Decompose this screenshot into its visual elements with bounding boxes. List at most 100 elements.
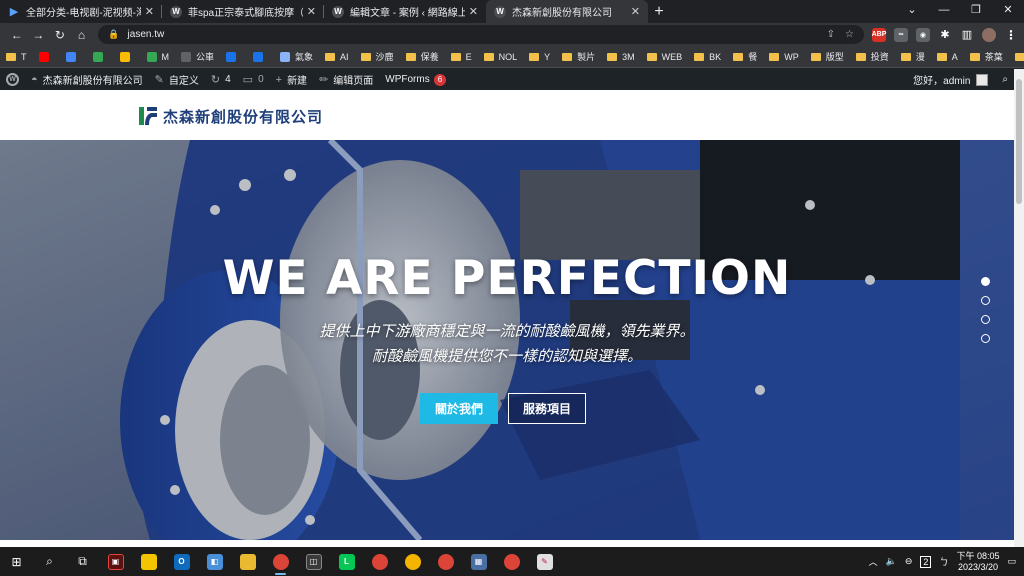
bookmark-item[interactable] (253, 51, 268, 62)
bookmark-item[interactable]: AI (325, 52, 349, 62)
tab-close-icon[interactable]: ✕ (631, 5, 640, 18)
chrome-taskbar-icon[interactable] (264, 547, 297, 576)
admin-edit-page[interactable]: ✏ 编辑页面 (319, 72, 373, 87)
bookmark-item[interactable]: T (6, 52, 27, 62)
share-icon[interactable]: ⇪ (827, 29, 835, 40)
bookmark-item[interactable]: 製片 (562, 50, 595, 63)
forward-icon[interactable]: → (28, 28, 50, 42)
network-icon[interactable]: ⊖ (905, 556, 913, 567)
chrome-profile-icon-2[interactable] (396, 547, 429, 576)
address-bar[interactable]: 🔒 jasen.tw ⇪ ☆ (98, 25, 864, 44)
paint-icon[interactable]: ✎ (528, 547, 561, 576)
minimize-icon[interactable]: — (928, 0, 960, 23)
bookmark-item[interactable]: 沙鹿 (360, 50, 394, 63)
profile-avatar[interactable] (981, 27, 996, 42)
bookmark-item[interactable] (38, 51, 54, 62)
camera-extension-icon[interactable]: ◉ (915, 27, 930, 42)
taskbar-clock[interactable]: 下午 08:05 2023/3/20 (956, 551, 999, 573)
chrome-profile-icon-3[interactable] (429, 547, 462, 576)
home-icon[interactable]: ⌂ (71, 28, 93, 42)
bookmark-item[interactable]: 公車 (181, 50, 214, 63)
bookmark-item[interactable]: 茶葉 (969, 50, 1003, 63)
bookmark-item[interactable]: 版型 (810, 50, 844, 63)
bookmark-item[interactable]: 氣象 (280, 50, 313, 63)
tab-close-icon[interactable]: ✕ (145, 5, 154, 18)
bookmark-item[interactable]: M (146, 51, 169, 62)
bookmark-item[interactable]: 漫 (900, 50, 925, 63)
search-icon[interactable]: ⌕ (33, 547, 66, 576)
bookmark-item[interactable]: WP (769, 52, 799, 62)
ime-icon[interactable]: ㄅ (939, 555, 948, 568)
lock-icon[interactable]: 🔒 (108, 29, 119, 40)
tab-close-icon[interactable]: ✕ (469, 5, 478, 18)
services-button[interactable]: 服務項目 (508, 393, 586, 424)
bookmark-item[interactable] (119, 51, 135, 62)
bookmark-item[interactable]: A (936, 52, 958, 62)
slider-dot-3[interactable] (981, 315, 990, 324)
search-icon[interactable]: ⌕ (1002, 74, 1008, 85)
bookmark-item[interactable]: NOL (483, 52, 517, 62)
back-icon[interactable]: ← (6, 28, 28, 42)
side-panel-icon[interactable]: ▥ (960, 28, 974, 42)
adblock-extension-icon[interactable]: ABP (872, 27, 886, 42)
chrome-profile-icon-4[interactable] (495, 547, 528, 576)
folder-icon (769, 52, 780, 61)
admin-updates[interactable]: ↻ 4 (211, 73, 231, 86)
bookmark-item[interactable]: Y (529, 52, 550, 62)
bookmark-item[interactable]: WEB (646, 52, 682, 62)
about-us-button[interactable]: 關於我們 (420, 393, 498, 424)
bookmark-star-icon[interactable]: ☆ (845, 29, 854, 40)
slider-dot-2[interactable] (981, 296, 990, 305)
bookmark-item[interactable] (92, 51, 108, 62)
new-tab-button[interactable]: + (648, 0, 670, 23)
tab-close-icon[interactable]: ✕ (307, 5, 316, 18)
browser-tab-3[interactable]: W 編輯文章 - 案例 ‹ 網路線上工作室 ✕ (324, 0, 486, 23)
close-window-icon[interactable]: ✕ (992, 0, 1024, 23)
outlook-icon[interactable]: O (165, 547, 198, 576)
app-icon-red[interactable]: ▣ (99, 547, 132, 576)
calculator-icon[interactable]: ▦ (462, 547, 495, 576)
admin-new[interactable]: + 新建 (276, 72, 307, 88)
glasses-extension-icon[interactable]: ∞ (893, 27, 908, 42)
store-icon[interactable]: ◫ (297, 547, 330, 576)
bookmark-item[interactable]: 作品 (1014, 50, 1024, 63)
bookmark-item[interactable]: 3M (607, 52, 635, 62)
browser-tab-4-active[interactable]: W 杰森新創股份有限公司 ✕ (486, 0, 648, 23)
site-logo[interactable]: 杰森新創股份有限公司 (137, 103, 323, 129)
bookmark-item[interactable] (226, 51, 241, 62)
puzzle-extensions-icon[interactable]: ✱ (938, 28, 952, 42)
notification-center-icon[interactable]: ▭ (1007, 556, 1016, 567)
bookmark-item[interactable]: 保養 (405, 50, 439, 63)
menu-dots-icon[interactable]: ⋮ (1004, 28, 1018, 42)
file-explorer-icon[interactable] (231, 547, 264, 576)
bookmark-item[interactable]: 投資 (855, 50, 889, 63)
slider-dot-4[interactable] (981, 334, 990, 343)
task-view-icon[interactable]: ⧉ (66, 547, 99, 576)
sticky-notes-icon[interactable] (132, 547, 165, 576)
notification-badge[interactable]: 2 (920, 555, 932, 568)
bookmark-item[interactable]: BK (694, 52, 721, 62)
admin-comments[interactable]: ▭ 0 (243, 73, 264, 86)
bookmark-item[interactable]: 餐 (733, 50, 757, 63)
restore-icon[interactable]: ❐ (960, 0, 992, 23)
admin-account[interactable]: 您好，admin ⌕ (913, 72, 1008, 87)
chrome-profile-icon-1[interactable] (363, 547, 396, 576)
browser-tab-2[interactable]: W 菲spa正宗泰式腳底按摩（高雄市 ✕ (162, 0, 324, 23)
line-icon[interactable]: L (330, 547, 363, 576)
tray-chevron-icon[interactable]: ︿ (869, 555, 878, 568)
reload-icon[interactable]: ↻ (49, 28, 71, 42)
bookmark-item[interactable] (65, 51, 81, 62)
scrollbar-thumb[interactable] (1016, 79, 1022, 204)
admin-site-name[interactable]: ◓ 杰森新創股份有限公司 (31, 72, 143, 88)
page-scrollbar[interactable] (1014, 69, 1024, 547)
browser-tab-1[interactable]: ▶ 全部分类-电视剧-泥视频-海外华人 ✕ (0, 0, 162, 23)
app-icon-blue[interactable]: ◧ (198, 547, 231, 576)
bookmark-item[interactable]: E (450, 52, 472, 62)
admin-wpforms[interactable]: WPForms 6 (385, 73, 447, 86)
windows-start-icon[interactable]: ⊞ (0, 547, 33, 576)
wordpress-logo-icon[interactable]: W (6, 73, 19, 86)
speaker-icon[interactable]: 🔈 (886, 556, 897, 567)
slider-dot-1[interactable] (981, 277, 990, 286)
admin-customize[interactable]: ✎ 自定义 (155, 72, 199, 87)
tab-search-icon[interactable]: ⌄ (896, 0, 928, 23)
